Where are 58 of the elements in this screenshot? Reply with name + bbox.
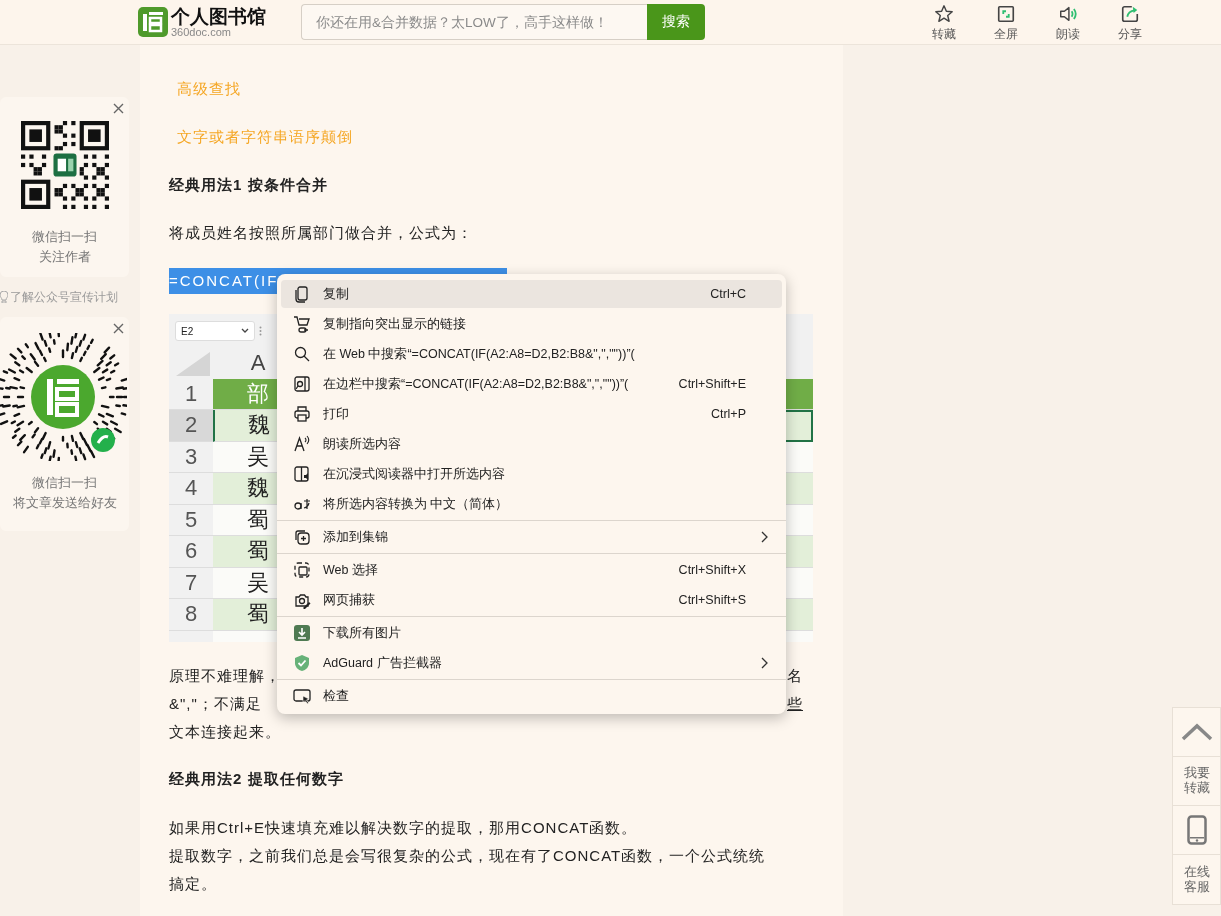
name-box: E2 xyxy=(175,320,255,341)
collection-add-icon xyxy=(293,528,311,546)
phone-icon xyxy=(1186,815,1207,845)
section-heading: 经典用法1 按条件合并 xyxy=(169,175,329,195)
select-all-corner xyxy=(176,351,210,376)
card-caption: 微信扫一扫 xyxy=(32,228,97,246)
card-caption: 将文章发送给好友 xyxy=(12,494,117,512)
copy-icon xyxy=(293,285,311,303)
reader-icon xyxy=(293,465,311,483)
menu-item[interactable]: 复制 Ctrl+C xyxy=(281,280,782,308)
menu-item[interactable]: 在 Web 中搜索“=CONCAT(IF(A2:A8=D2,B2:B8&",",""))”( xyxy=(281,340,782,368)
toolbar-button[interactable]: 全屏 xyxy=(975,1,1037,43)
search-icon xyxy=(293,345,311,363)
card-caption: 微信扫一扫 xyxy=(32,474,97,492)
star-icon xyxy=(934,3,954,24)
sidebar-search-icon xyxy=(293,375,311,393)
site-name: 个人图书馆 xyxy=(171,6,266,26)
paragraph: 提取数字，之前我们总是会写很复杂的公式，现在有了CONCAT函数，一个公式统统 xyxy=(169,846,767,866)
share-icon xyxy=(1120,3,1140,24)
customer-service-button[interactable]: 在线客服 xyxy=(1173,855,1220,904)
print-icon xyxy=(293,405,311,423)
download-icon xyxy=(293,624,311,642)
paragraph: 搞定。 xyxy=(169,874,218,894)
section-heading: 经典用法2 提取任何数字 xyxy=(169,769,345,789)
toolbar-button[interactable]: 分享 xyxy=(1099,1,1161,43)
close-icon[interactable] xyxy=(113,323,124,334)
paragraph-fragment: &","；不满足 xyxy=(169,694,262,714)
close-icon[interactable] xyxy=(113,103,124,114)
paragraph: 将成员姓名按照所属部门做合并，公式为： xyxy=(169,223,474,243)
paragraph: 如果用Ctrl+E快速填充难以解决数字的提取，那用CONCAT函数。 xyxy=(169,818,639,838)
paragraph-fragment: 原理不难理解， xyxy=(169,666,281,686)
shield-icon xyxy=(293,654,311,672)
site-domain: 360doc.com xyxy=(171,26,231,38)
logo-icon[interactable] xyxy=(138,7,168,37)
read-aloud-icon xyxy=(293,435,311,453)
search-button[interactable]: 搜索 xyxy=(647,4,705,40)
save-button[interactable]: 我要转藏 xyxy=(1173,757,1220,806)
column-header: A xyxy=(249,348,267,377)
web-select-icon xyxy=(293,561,311,579)
caret-icon xyxy=(241,328,249,333)
paragraph-fragment: 名 xyxy=(787,666,803,686)
bulb-icon xyxy=(0,291,8,303)
paragraph-fragment: 文本连接起来。 xyxy=(169,722,281,742)
capture-icon xyxy=(293,591,311,609)
row-number: 2 xyxy=(169,410,213,442)
more-icon xyxy=(259,325,262,336)
toolbar-button[interactable]: 朗读 xyxy=(1037,1,1099,43)
search-field[interactable]: 你还在用&合并数据？太LOW了，高手这样做！ xyxy=(301,4,647,40)
chevron-up-icon xyxy=(1180,723,1213,741)
menu-item[interactable]: 复制指向突出显示的链接 xyxy=(281,310,782,338)
toolbar-button[interactable]: 转藏 xyxy=(913,1,975,43)
card-caption: 关注作者 xyxy=(38,248,91,266)
cart-link-icon xyxy=(293,315,311,333)
inspect-icon xyxy=(293,687,311,705)
menu-item[interactable]: AdGuard 广告拦截器 xyxy=(281,649,782,677)
menu-item[interactable]: 检查 xyxy=(281,682,782,710)
text-link[interactable]: 些 xyxy=(787,690,803,718)
fullscreen-icon xyxy=(996,3,1016,24)
